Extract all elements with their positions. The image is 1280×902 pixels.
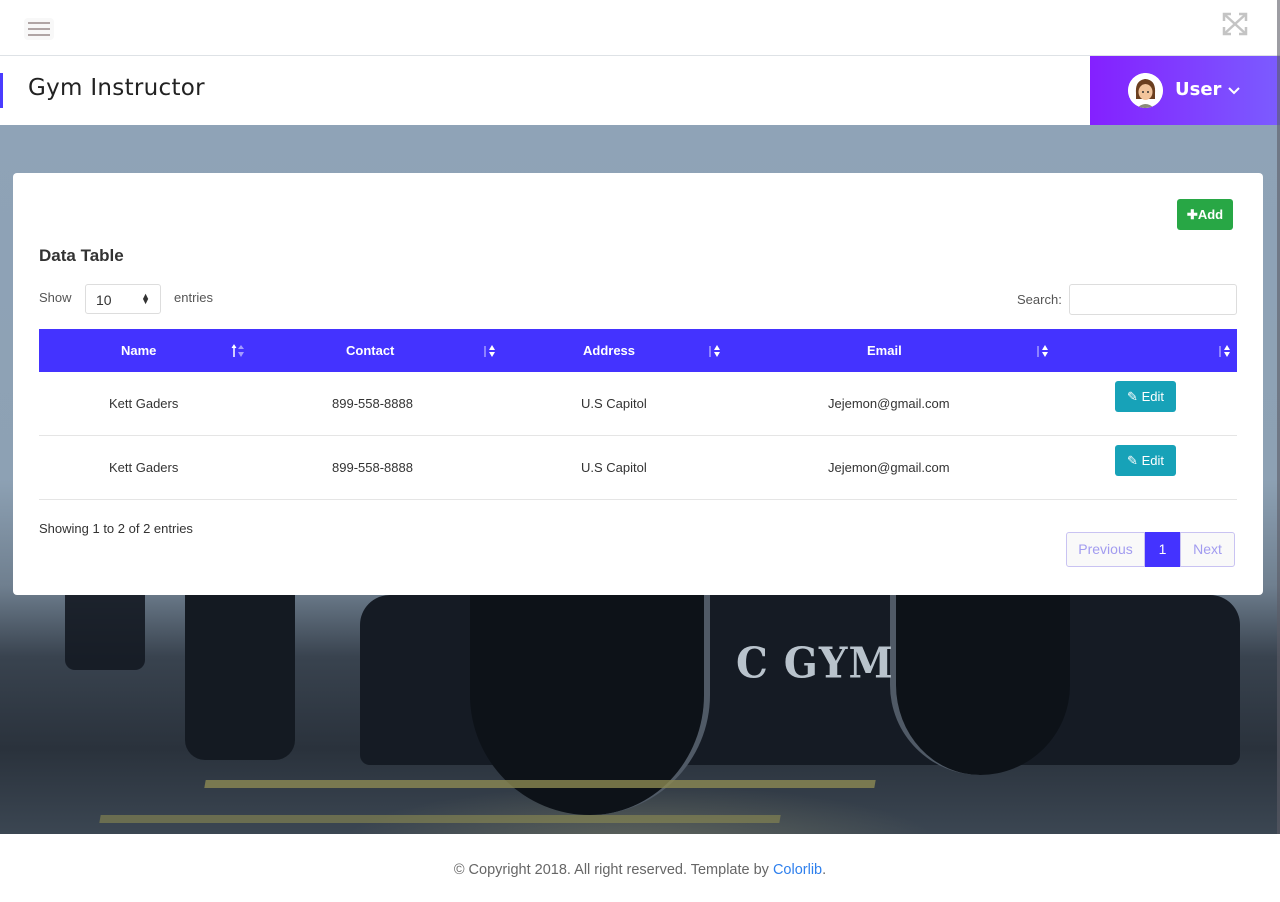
sort-icon[interactable] (1217, 343, 1231, 359)
background-gym-text: C GYM (736, 638, 894, 689)
data-table: Name Contact Address Email Kett Gaders 8… (39, 329, 1237, 500)
top-bar (0, 0, 1280, 56)
table-row: Kett Gaders 899-558-8888 U.S Capitol Jej… (39, 372, 1237, 436)
cell-name: Kett Gaders (109, 460, 179, 475)
cell-name: Kett Gaders (109, 396, 179, 411)
show-label: Show (39, 290, 72, 305)
title-accent (0, 73, 3, 108)
edit-icon: ✎ (1127, 453, 1138, 468)
sort-icon[interactable] (707, 343, 721, 359)
sort-icon[interactable] (1035, 343, 1049, 359)
table-info: Showing 1 to 2 of 2 entries (39, 521, 193, 536)
user-label: User (1175, 79, 1222, 100)
entries-length-select[interactable]: 10 ▲ ▼ (85, 284, 161, 314)
cell-contact: 899-558-8888 (332, 460, 413, 475)
title-bar: Gym Instructor User (0, 56, 1280, 125)
plus-icon: ✚ (1186, 207, 1198, 222)
avatar (1128, 73, 1163, 108)
data-table-card: ✚Add Data Table Show 10 ▲ ▼ entries Searc… (13, 173, 1263, 595)
search-label: Search: (1017, 292, 1062, 307)
footer: © Copyright 2018. All right reserved. Te… (0, 834, 1280, 902)
sort-icon[interactable] (482, 343, 496, 359)
edit-button[interactable]: ✎ Edit (1115, 381, 1176, 412)
page-1-button[interactable]: 1 (1145, 532, 1180, 567)
column-header-name[interactable]: Name (121, 329, 156, 372)
cell-address: U.S Capitol (581, 460, 647, 475)
cell-address: U.S Capitol (581, 396, 647, 411)
expand-icon[interactable] (1220, 10, 1250, 38)
cell-contact: 899-558-8888 (332, 396, 413, 411)
sort-ascending-icon[interactable] (231, 343, 245, 359)
copyright-text: © Copyright 2018. All right reserved. Te… (453, 862, 773, 878)
column-header-contact[interactable]: Contact (346, 329, 394, 372)
user-menu[interactable]: User (1090, 56, 1280, 125)
add-button[interactable]: ✚Add (1177, 199, 1233, 230)
colorlib-link[interactable]: Colorlib (773, 862, 822, 878)
search-input[interactable] (1069, 284, 1237, 315)
previous-page-button[interactable]: Previous (1066, 532, 1145, 567)
column-header-email[interactable]: Email (867, 329, 902, 372)
edit-button[interactable]: ✎ Edit (1115, 445, 1176, 476)
select-arrows-icon: ▲ ▼ (141, 291, 150, 306)
cell-email: Jejemon@gmail.com (828, 396, 950, 411)
page-title: Gym Instructor (28, 75, 205, 101)
table-row: Kett Gaders 899-558-8888 U.S Capitol Jej… (39, 436, 1237, 500)
chevron-down-icon (1228, 87, 1240, 95)
column-header-address[interactable]: Address (583, 329, 635, 372)
edit-icon: ✎ (1127, 389, 1138, 404)
hamburger-icon[interactable] (24, 18, 54, 40)
entries-label: entries (174, 290, 214, 305)
pagination: Previous 1 Next (1066, 532, 1235, 567)
next-page-button[interactable]: Next (1180, 532, 1235, 567)
cell-email: Jejemon@gmail.com (828, 460, 950, 475)
card-title: Data Table (39, 246, 124, 265)
table-header: Name Contact Address Email (39, 329, 1237, 372)
